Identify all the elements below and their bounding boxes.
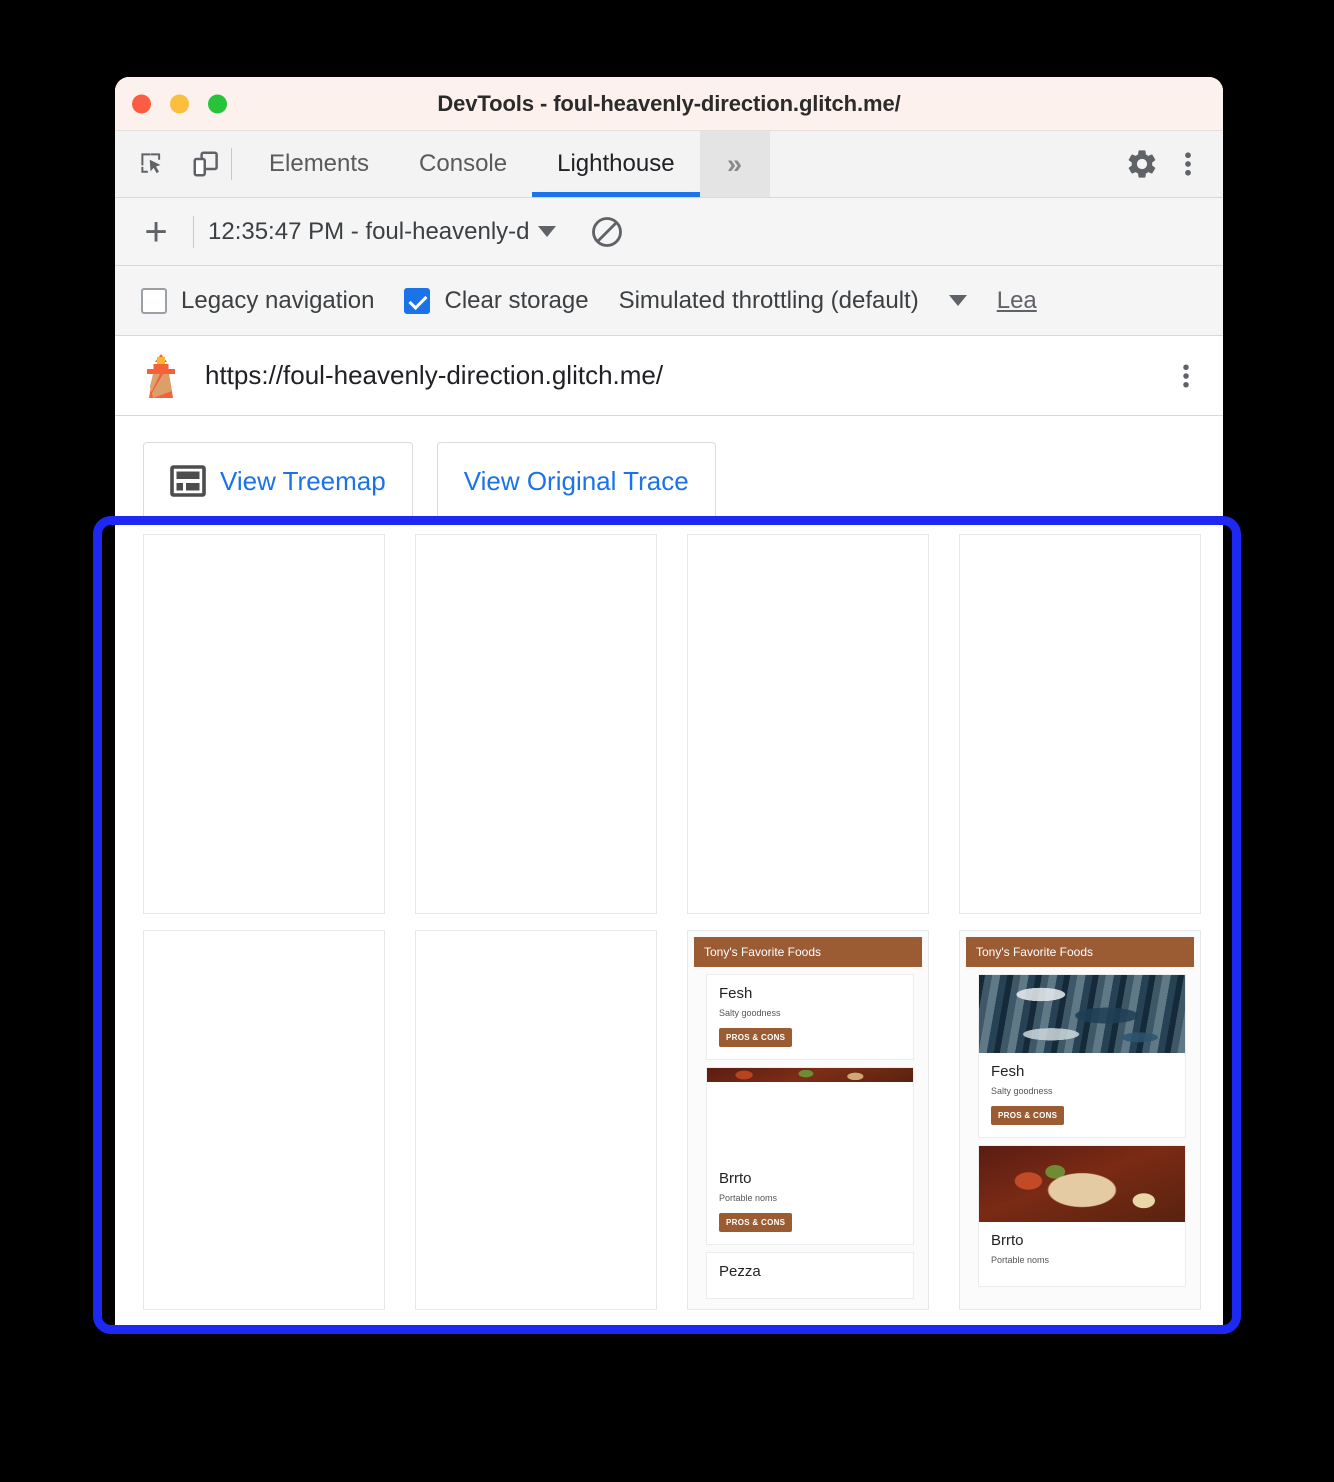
inspect-element-icon[interactable] <box>133 145 171 183</box>
learn-more-link[interactable]: Lea <box>997 287 1037 315</box>
view-treemap-button[interactable]: View Treemap <box>143 442 413 520</box>
mock-card-title: Brrto <box>719 1170 752 1187</box>
tabbar-left-icons <box>115 131 231 197</box>
mock-card-body: Pezza <box>707 1253 913 1298</box>
toolbar-divider <box>193 215 194 248</box>
clear-storage-box[interactable] <box>404 287 431 314</box>
clear-storage-checkbox[interactable]: Clear storage <box>404 286 589 315</box>
mock-card-fesh: Fesh Salty goodness PROS & CONS <box>706 974 914 1060</box>
kebab-menu-icon[interactable] <box>1169 145 1207 183</box>
report-run-selector[interactable]: 12:35:47 PM - foul-heavenly-d <box>208 218 556 246</box>
mock-card-title: Fesh <box>719 985 753 1002</box>
fish-photo <box>979 975 1185 1053</box>
mock-image-placeholder <box>707 1082 913 1160</box>
page-mock-loaded: Tony's Favorite Foods Fesh Salty goodnes… <box>960 931 1200 1309</box>
mock-card-subtitle: Salty goodness <box>991 1086 1053 1096</box>
lighthouse-icon <box>139 352 183 400</box>
filmstrip-frame-5[interactable] <box>143 930 385 1310</box>
filmstrip-frame-6[interactable] <box>415 930 657 1310</box>
view-treemap-label: View Treemap <box>220 465 386 496</box>
mock-pros-cons-button[interactable]: PROS & CONS <box>719 1213 793 1232</box>
report-actions: View Treemap View Original Trace <box>115 416 1223 520</box>
mock-card-pezza: Pezza <box>706 1252 914 1299</box>
filmstrip-frame-3[interactable] <box>687 534 929 914</box>
devtools-tabs: Elements Console Lighthouse » <box>244 131 770 197</box>
view-original-trace-label: View Original Trace <box>463 465 689 496</box>
mock-card-subtitle: Salty goodness <box>719 1008 781 1018</box>
mock-pros-cons-button[interactable]: PROS & CONS <box>991 1106 1065 1125</box>
mock-card-title: Fesh <box>991 1063 1025 1080</box>
burrito-photo <box>979 1146 1185 1222</box>
mock-card-brrto: Brrto Portable noms <box>978 1145 1186 1287</box>
device-toolbar-icon[interactable] <box>187 145 225 183</box>
tabbar-divider <box>231 148 232 180</box>
filmstrip-frame-2[interactable] <box>415 534 657 914</box>
tab-lighthouse[interactable]: Lighthouse <box>532 131 700 197</box>
more-tabs-button[interactable]: » <box>699 131 770 197</box>
gear-icon[interactable] <box>1123 145 1161 183</box>
mock-card-title: Pezza <box>719 1263 761 1280</box>
tabbar-right-icons <box>1094 131 1223 197</box>
report-run-label: 12:35:47 PM - foul-heavenly-d <box>208 217 530 245</box>
chevron-down-icon <box>537 226 556 237</box>
filmstrip-frame-8[interactable]: Tony's Favorite Foods Fesh Salty goodnes… <box>959 930 1201 1310</box>
clear-storage-label: Clear storage <box>444 286 589 314</box>
throttling-chevron-down-icon[interactable] <box>948 295 967 306</box>
throttling-label: Simulated throttling (default) <box>618 286 919 314</box>
filmstrip-frame-7[interactable]: Tony's Favorite Foods Fesh Salty goodnes… <box>687 930 929 1310</box>
treemap-icon <box>170 465 206 497</box>
report-url: https://foul-heavenly-direction.glitch.m… <box>205 360 664 390</box>
mock-card-body: Brrto Portable noms <box>979 1222 1185 1286</box>
mock-pros-cons-button[interactable]: PROS & CONS <box>719 1028 793 1047</box>
tab-console[interactable]: Console <box>394 131 532 197</box>
view-original-trace-button[interactable]: View Original Trace <box>436 442 716 520</box>
lighthouse-settings-row: Legacy navigation Clear storage Simulate… <box>115 266 1223 336</box>
legacy-navigation-label: Legacy navigation <box>181 286 375 314</box>
filmstrip-frame-1[interactable] <box>143 534 385 914</box>
mock-card-brrto: Brrto Portable noms PROS & CONS <box>706 1067 914 1245</box>
report-menu-kebab-icon[interactable] <box>1171 361 1201 391</box>
report-header: https://foul-heavenly-direction.glitch.m… <box>115 336 1223 416</box>
screenshot-filmstrip: Tony's Favorite Foods Fesh Salty goodnes… <box>115 520 1223 1326</box>
screenshot-stage: DevTools - foul-heavenly-direction.glitc… <box>0 0 1334 1482</box>
new-audit-button[interactable]: + <box>133 209 179 255</box>
mock-site-header: Tony's Favorite Foods <box>966 937 1194 967</box>
page-mock-partial: Tony's Favorite Foods Fesh Salty goodnes… <box>688 931 928 1309</box>
mock-card-fesh: Fesh Salty goodness PROS & CONS <box>978 974 1186 1138</box>
lighthouse-toolbar: + 12:35:47 PM - foul-heavenly-d <box>115 198 1223 266</box>
mock-card-body: Fesh Salty goodness PROS & CONS <box>707 975 913 1059</box>
devtools-tabbar: Elements Console Lighthouse » <box>115 131 1223 198</box>
mock-card-body: Fesh Salty goodness PROS & CONS <box>979 1053 1185 1137</box>
legacy-navigation-checkbox[interactable]: Legacy navigation <box>141 287 374 315</box>
mock-card-subtitle: Portable noms <box>991 1255 1050 1265</box>
mock-site-header: Tony's Favorite Foods <box>694 937 922 967</box>
window-title: DevTools - foul-heavenly-direction.glitc… <box>437 90 901 116</box>
mock-card-body: Brrto Portable noms PROS & CONS <box>707 1160 913 1244</box>
devtools-window: DevTools - foul-heavenly-direction.glitc… <box>115 77 1223 1326</box>
tab-elements[interactable]: Elements <box>244 131 394 197</box>
window-titlebar: DevTools - foul-heavenly-direction.glitc… <box>115 77 1223 131</box>
legacy-navigation-box[interactable] <box>141 287 167 314</box>
filmstrip-frame-4[interactable] <box>959 534 1201 914</box>
burrito-photo <box>707 1068 913 1082</box>
mock-card-title: Brrto <box>991 1232 1024 1249</box>
mock-card-subtitle: Portable noms <box>719 1193 778 1203</box>
clear-all-icon[interactable] <box>586 211 628 253</box>
